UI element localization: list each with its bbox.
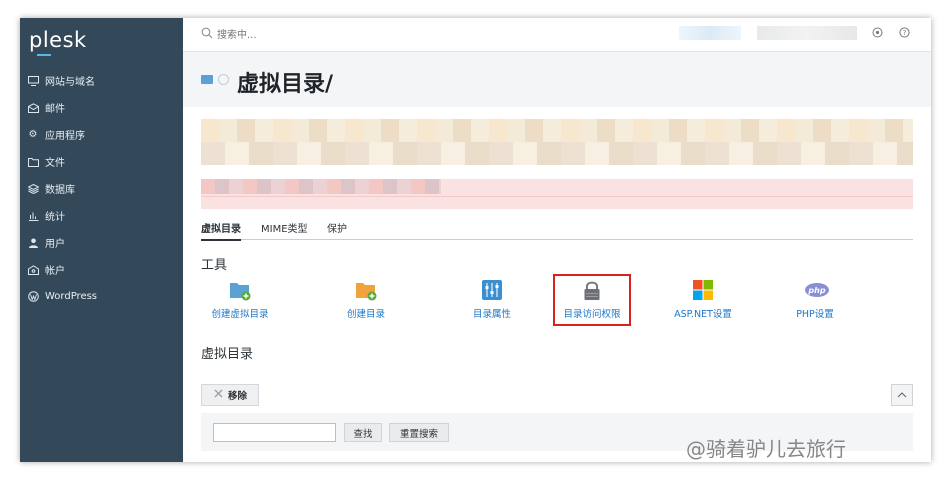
sidebar-item-users[interactable]: 用户 (20, 229, 183, 256)
page-title: 虚拟目录/ (237, 72, 334, 97)
svg-text:php: php (807, 286, 825, 295)
sidebar-nav: 网站与域名 邮件 ⚙ 应用程序 文件 数据库 统计 用户 帐户 WordPres… (20, 67, 183, 310)
sidebar-item-label: 用户 (45, 239, 65, 250)
sidebar-item-account[interactable]: 帐户 (20, 256, 183, 283)
blurred-user-info (679, 26, 741, 40)
tab-virtual-directory[interactable]: 虚拟目录 (201, 220, 241, 241)
sidebar-item-statistics[interactable]: 统计 (20, 202, 183, 229)
sidebar: plesk 网站与域名 邮件 ⚙ 应用程序 文件 数据库 统计 用户 帐户 Wo… (20, 18, 183, 462)
collapse-list-button[interactable] (891, 384, 913, 406)
php-settings-button[interactable]: php PHP设置 (760, 279, 870, 320)
remove-icon (213, 388, 224, 402)
sidebar-item-websites[interactable]: 网站与域名 (20, 67, 183, 94)
blurred-account-info (757, 26, 857, 40)
tab-protection[interactable]: 保护 (327, 220, 347, 235)
top-bar: ? (183, 18, 931, 52)
chevron-up-icon (897, 392, 907, 398)
sidebar-item-label: 帐户 (45, 266, 65, 277)
help-icon[interactable]: ? (899, 27, 910, 41)
create-directory-button[interactable]: 创建目录 (311, 279, 421, 320)
account-icon (27, 264, 39, 276)
remove-button[interactable]: 移除 (201, 384, 259, 406)
gear-icon: ⚙ (28, 129, 38, 140)
tools-title: 工具 (201, 258, 228, 273)
bar-chart-icon (27, 210, 39, 222)
properties-icon (481, 279, 503, 301)
sidebar-item-mail[interactable]: 邮件 (20, 94, 183, 121)
plesk-logo[interactable]: plesk (29, 28, 87, 52)
sidebar-item-applications[interactable]: ⚙ 应用程序 (20, 121, 183, 148)
aspnet-settings-button[interactable]: ASP.NET设置 (648, 279, 758, 320)
app-window: plesk 网站与域名 邮件 ⚙ 应用程序 文件 数据库 统计 用户 帐户 Wo… (20, 18, 931, 462)
highlight-box (553, 274, 631, 326)
remove-label: 移除 (227, 391, 247, 402)
create-virtual-directory-button[interactable]: 创建虚拟目录 (185, 279, 295, 320)
circle-icon (218, 74, 229, 85)
add-virtual-folder-icon (229, 279, 251, 301)
blurred-error-banner (201, 179, 913, 209)
sidebar-item-label: 统计 (45, 212, 65, 223)
extension-icon[interactable] (872, 27, 883, 41)
svg-text:?: ? (903, 29, 907, 37)
sidebar-item-label: 网站与域名 (45, 77, 95, 88)
blurred-warning-banner (201, 119, 913, 165)
windows-icon (692, 279, 714, 301)
sidebar-item-label: 文件 (45, 158, 65, 169)
virtual-directories-title: 虚拟目录 (201, 347, 254, 362)
content-panel: 虚拟目录 MIME类型 保护 工具 创建虚拟目录 创建目录 目录属性 目录访问权… (183, 107, 931, 462)
search-icon (201, 27, 213, 42)
main-area: ? 虚拟目录/ 虚拟目录 MIME类型 保护 工具 创建虚拟目录 (183, 18, 931, 462)
reset-search-button[interactable]: 重置搜索 (389, 423, 449, 442)
monitor-icon (27, 75, 39, 87)
sidebar-item-label: 邮件 (45, 104, 65, 115)
folder-icon (201, 75, 213, 84)
logo-underline (37, 54, 51, 56)
search-input[interactable] (217, 26, 517, 44)
sidebar-item-files[interactable]: 文件 (20, 148, 183, 175)
user-icon (27, 237, 39, 249)
page-header: 虚拟目录/ (183, 53, 931, 107)
add-folder-icon (355, 279, 377, 301)
wordpress-icon (27, 291, 39, 303)
watermark: @骑着驴儿去旅行 (686, 437, 846, 461)
php-icon: php (804, 279, 829, 301)
tab-bar: 虚拟目录 MIME类型 保护 (201, 220, 913, 241)
database-icon (27, 183, 39, 195)
sidebar-item-wordpress[interactable]: WordPress (20, 283, 183, 310)
filter-input[interactable] (213, 423, 336, 442)
folder-icon (27, 156, 39, 168)
directory-properties-button[interactable]: 目录属性 (437, 279, 547, 320)
tab-mime-types[interactable]: MIME类型 (261, 220, 308, 235)
mail-icon (27, 102, 39, 114)
sidebar-item-label: 应用程序 (45, 131, 85, 142)
sidebar-item-label: 数据库 (45, 185, 75, 196)
sidebar-item-label: WordPress (45, 291, 98, 302)
search-button[interactable]: 查找 (344, 423, 382, 442)
sidebar-item-databases[interactable]: 数据库 (20, 175, 183, 202)
